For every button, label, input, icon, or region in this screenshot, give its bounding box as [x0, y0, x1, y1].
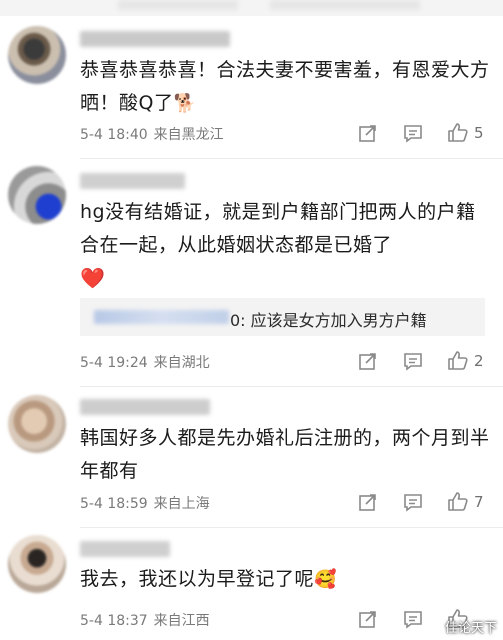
heart-emoji: ❤️: [80, 266, 106, 290]
like-count: 5: [474, 124, 484, 142]
thumbs-up-icon[interactable]: [447, 349, 469, 371]
divider: [80, 527, 503, 528]
username[interactable]: [80, 31, 230, 47]
like-count: 7: [474, 493, 484, 511]
like-count: 2: [474, 352, 484, 370]
comment-location: 来自湖北: [153, 355, 210, 371]
divider: [80, 158, 503, 159]
comment-time: 5-4 18:59: [80, 496, 148, 512]
comment-location: 来自江西: [153, 613, 210, 629]
thumbs-up-icon[interactable]: [447, 490, 469, 512]
share-icon[interactable]: [357, 122, 379, 144]
comment-time: 5-4 19:24: [80, 355, 148, 371]
comment-meta: 5-4 18:37 来自江西: [80, 610, 210, 630]
comment-text: hg没有结婚证，就是到户籍部门把两人的户籍合在一起，从此婚姻状态都是已婚了 ❤️: [80, 201, 476, 290]
comment-text: 我去，我还以为早登记了呢🥰: [80, 568, 337, 590]
username[interactable]: [80, 541, 170, 557]
comment-icon[interactable]: [402, 608, 424, 630]
dog-emoji: 🐕: [173, 93, 197, 114]
comment-meta: 5-4 18:59 来自上海: [80, 493, 210, 513]
comment-icon[interactable]: [402, 350, 424, 372]
reply-username: [94, 310, 229, 324]
comment-icon[interactable]: [402, 491, 424, 513]
comment-meta: 5-4 19:24 来自湖北: [80, 352, 210, 372]
comment-text: 恭喜恭喜恭喜！合法夫妻不要害羞，有恩爱大方晒！酸Q了🐕: [80, 59, 490, 114]
comment-location: 来自黑龙江: [153, 127, 224, 143]
blush-emoji: 🥰: [314, 569, 337, 590]
comment-time: 5-4 18:40: [80, 127, 148, 143]
avatar[interactable]: [8, 535, 66, 593]
comment-location: 来自上海: [153, 496, 210, 512]
username[interactable]: [80, 399, 210, 415]
avatar[interactable]: [8, 395, 66, 453]
comment-meta: 5-4 18:40 来自黑龙江: [80, 124, 224, 144]
share-icon[interactable]: [357, 608, 379, 630]
avatar[interactable]: [8, 26, 66, 84]
share-icon[interactable]: [357, 350, 379, 372]
top-blurred-strip: [0, 0, 503, 16]
divider: [80, 386, 503, 387]
blurred-text: [270, 0, 420, 10]
thumbs-up-icon[interactable]: [447, 121, 469, 143]
watermark: 佳论天下: [444, 621, 497, 636]
username[interactable]: [80, 173, 185, 189]
comment-time: 5-4 18:37: [80, 613, 148, 629]
share-icon[interactable]: [357, 491, 379, 513]
reply-preview[interactable]: 0: 应该是女方加入男方户籍: [80, 298, 485, 336]
comment-icon[interactable]: [402, 122, 424, 144]
avatar[interactable]: [8, 166, 66, 224]
blurred-text: [118, 0, 238, 10]
comment-text: 韩国好多人都是先办婚礼后注册的，两个月到半年都有: [80, 427, 490, 482]
reply-text: 0: 应该是女方加入男方户籍: [230, 311, 427, 330]
